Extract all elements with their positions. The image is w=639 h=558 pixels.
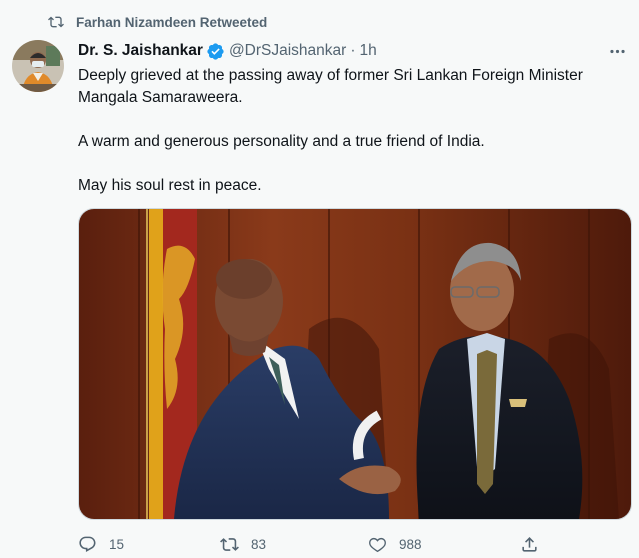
author-handle[interactable]: @DrSJaishankar — [229, 42, 346, 60]
share-icon — [522, 536, 537, 552]
tweet-text-line: May his soul rest in peace. — [78, 177, 262, 194]
tweet-header: Dr. S. Jaishankar @DrSJaishankar · 1h — [78, 40, 627, 62]
share-action[interactable] — [520, 532, 551, 556]
reply-action[interactable]: 15 — [78, 532, 124, 556]
retweet-icon — [220, 537, 239, 551]
tweet-text-line: Deeply grieved at the passing away of fo… — [78, 67, 583, 106]
reply-icon — [79, 536, 96, 552]
tweet-text-line: A warm and generous personality and a tr… — [78, 133, 485, 150]
author-name[interactable]: Dr. S. Jaishankar — [78, 42, 203, 60]
tweet-timestamp[interactable]: 1h — [360, 42, 377, 60]
retweet-context[interactable]: Farhan Nizamdeen Retweeted — [48, 12, 267, 32]
retweet-count: 83 — [251, 536, 267, 552]
more-options-icon[interactable] — [608, 42, 627, 61]
verified-badge-icon — [207, 42, 224, 60]
heart-icon — [369, 537, 386, 552]
retweet-icon — [48, 16, 64, 28]
author-avatar[interactable] — [12, 40, 64, 92]
like-count: 988 — [399, 536, 422, 552]
tweet-card[interactable]: Farhan Nizamdeen Retweeted Dr. S. Jaisha… — [0, 0, 639, 558]
like-action[interactable]: 988 — [368, 532, 422, 556]
retweet-label: Farhan Nizamdeen Retweeted — [76, 14, 268, 30]
tweet-photo[interactable] — [78, 208, 632, 520]
tweet-text: Deeply grieved at the passing away of fo… — [78, 65, 628, 197]
reply-count: 15 — [109, 536, 125, 552]
retweet-action[interactable]: 83 — [220, 532, 266, 556]
tweet-actions: 15 83 988 — [78, 532, 630, 556]
separator-dot: · — [350, 42, 356, 59]
